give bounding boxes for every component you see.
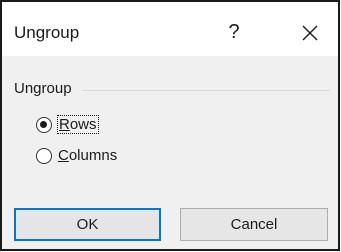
close-icon bbox=[302, 25, 318, 41]
radio-option-rows[interactable]: Rows bbox=[36, 115, 99, 134]
radio-label-rows-rest: ows bbox=[69, 116, 97, 133]
group-box-divider bbox=[82, 90, 330, 91]
ok-button[interactable]: OK bbox=[14, 208, 161, 241]
radio-label-columns[interactable]: Columns bbox=[58, 147, 117, 164]
ungroup-dialog: Ungroup ? Ungroup Rows Columns OK Cancel bbox=[0, 0, 340, 251]
cancel-button[interactable]: Cancel bbox=[180, 208, 328, 241]
radio-button-columns[interactable] bbox=[36, 147, 52, 164]
close-button[interactable] bbox=[290, 18, 330, 48]
help-button[interactable]: ? bbox=[214, 16, 254, 48]
radio-label-rows[interactable]: Rows bbox=[57, 115, 99, 134]
radio-option-columns[interactable]: Columns bbox=[36, 147, 117, 164]
dialog-title: Ungroup bbox=[14, 23, 80, 42]
radio-label-columns-rest: olumns bbox=[68, 147, 118, 164]
dialog-titlebar[interactable]: Ungroup ? bbox=[2, 2, 338, 54]
radio-button-rows[interactable] bbox=[36, 116, 52, 133]
mnemonic-rows: R bbox=[59, 116, 70, 133]
dialog-body: Ungroup Rows Columns OK Cancel bbox=[2, 56, 338, 249]
mnemonic-columns: C bbox=[58, 147, 69, 164]
group-box-label: Ungroup bbox=[14, 80, 72, 97]
